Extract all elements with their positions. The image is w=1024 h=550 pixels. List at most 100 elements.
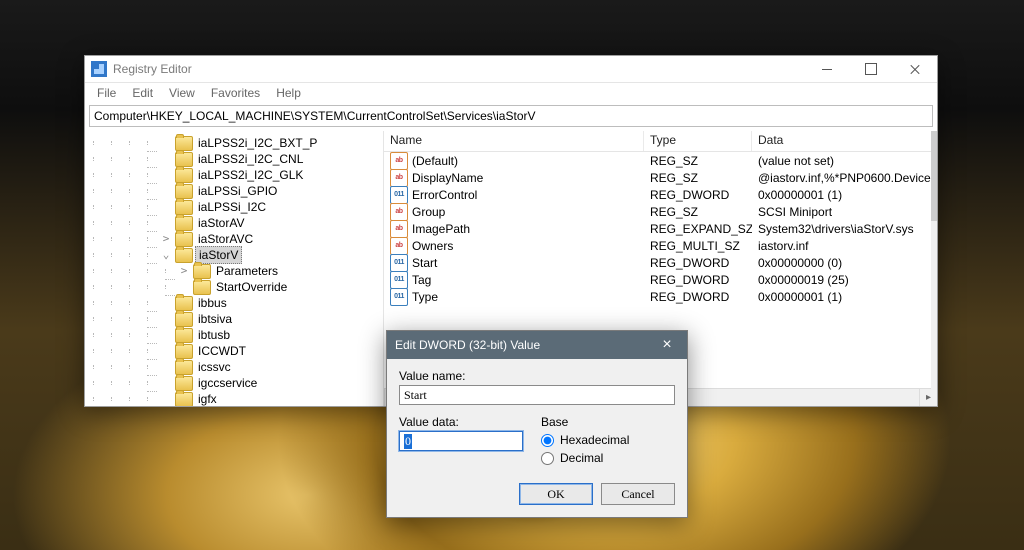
tree-label[interactable]: iaStorAVC bbox=[196, 231, 255, 247]
collapse-icon[interactable]: ⌄ bbox=[157, 247, 175, 263]
value-name: Tag bbox=[412, 273, 431, 287]
tree-label[interactable]: StartOverride bbox=[214, 279, 289, 295]
value-type: REG_SZ bbox=[644, 171, 752, 185]
menu-file[interactable]: File bbox=[89, 84, 124, 102]
col-data[interactable]: Data bbox=[752, 131, 937, 151]
tree-item[interactable]: iaLPSSi_I2C bbox=[85, 199, 383, 215]
folder-icon bbox=[175, 200, 193, 215]
radio-dec-input[interactable] bbox=[541, 452, 554, 465]
titlebar[interactable]: Registry Editor bbox=[85, 56, 937, 83]
value-data-field[interactable]: 0 bbox=[399, 431, 523, 451]
value-name: (Default) bbox=[412, 154, 458, 168]
tree-item[interactable]: ⌄ iaStorV bbox=[85, 247, 383, 263]
tree-label[interactable]: iaLPSSi_GPIO bbox=[196, 183, 279, 199]
string-icon: ab bbox=[390, 152, 408, 170]
col-type[interactable]: Type bbox=[644, 131, 752, 151]
tree-item[interactable]: ibtusb bbox=[85, 327, 383, 343]
tree-label[interactable]: ibbus bbox=[196, 295, 229, 311]
folder-icon bbox=[175, 344, 193, 359]
scroll-thumb[interactable] bbox=[931, 131, 937, 221]
value-name: DisplayName bbox=[412, 171, 483, 185]
ok-button[interactable]: OK bbox=[519, 483, 593, 505]
value-name: Start bbox=[412, 256, 437, 270]
tree-label[interactable]: iaLPSSi_I2C bbox=[196, 199, 268, 215]
tree-label[interactable]: icssvc bbox=[196, 359, 233, 375]
tree-item[interactable]: iaStorAV bbox=[85, 215, 383, 231]
tree-item[interactable]: igccservice bbox=[85, 375, 383, 391]
value-type: REG_DWORD bbox=[644, 188, 752, 202]
value-row[interactable]: abImagePathREG_EXPAND_SZSystem32\drivers… bbox=[384, 220, 937, 237]
address-bar[interactable]: Computer\HKEY_LOCAL_MACHINE\SYSTEM\Curre… bbox=[89, 105, 933, 127]
close-button[interactable] bbox=[893, 56, 937, 82]
radio-decimal[interactable]: Decimal bbox=[541, 449, 675, 467]
vertical-scrollbar[interactable] bbox=[931, 131, 937, 389]
tree-item[interactable]: iaLPSSi_GPIO bbox=[85, 183, 383, 199]
minimize-button[interactable] bbox=[805, 56, 849, 82]
tree-label[interactable]: iaLPSS2i_I2C_CNL bbox=[196, 151, 305, 167]
dword-icon: 011 bbox=[390, 271, 408, 289]
tree-label[interactable]: igccservice bbox=[196, 375, 259, 391]
tree-item[interactable]: > Parameters bbox=[85, 263, 383, 279]
value-row[interactable]: abOwnersREG_MULTI_SZiastorv.inf bbox=[384, 237, 937, 254]
value-row[interactable]: abDisplayNameREG_SZ@iastorv.inf,%*PNP060… bbox=[384, 169, 937, 186]
col-name[interactable]: Name bbox=[384, 131, 644, 151]
radio-hexadecimal[interactable]: Hexadecimal bbox=[541, 431, 675, 449]
dword-icon: 011 bbox=[390, 288, 408, 306]
folder-icon bbox=[175, 152, 193, 167]
value-row[interactable]: 011StartREG_DWORD0x00000000 (0) bbox=[384, 254, 937, 271]
tree-item[interactable]: icssvc bbox=[85, 359, 383, 375]
tree-item[interactable]: igfx bbox=[85, 391, 383, 406]
tree-label[interactable]: ibtsiva bbox=[196, 311, 234, 327]
value-data: (value not set) bbox=[752, 154, 937, 168]
value-data-label: Value data: bbox=[399, 415, 523, 429]
scroll-right-button[interactable]: ▸ bbox=[919, 389, 937, 406]
tree-label[interactable]: iaStorV bbox=[195, 246, 242, 264]
column-headers[interactable]: Name Type Data bbox=[384, 131, 937, 152]
value-row[interactable]: 011TypeREG_DWORD0x00000001 (1) bbox=[384, 288, 937, 305]
dword-icon: 011 bbox=[390, 254, 408, 272]
expand-icon[interactable]: > bbox=[175, 263, 193, 279]
string-icon: ab bbox=[390, 169, 408, 187]
expand-icon[interactable]: > bbox=[157, 231, 175, 247]
tree-item[interactable]: iaLPSS2i_I2C_BXT_P bbox=[85, 135, 383, 151]
tree-pane[interactable]: iaLPSS2i_I2C_BXT_PiaLPSS2i_I2C_CNLiaLPSS… bbox=[85, 131, 384, 406]
tree-item[interactable]: ibtsiva bbox=[85, 311, 383, 327]
tree-label[interactable]: iaLPSS2i_I2C_GLK bbox=[196, 167, 305, 183]
tree-label[interactable]: Parameters bbox=[214, 263, 280, 279]
tree-label[interactable]: ICCWDT bbox=[196, 343, 248, 359]
tree-label[interactable]: iaLPSS2i_I2C_BXT_P bbox=[196, 135, 319, 151]
value-row[interactable]: abGroupREG_SZSCSI Miniport bbox=[384, 203, 937, 220]
tree-label[interactable]: iaStorAV bbox=[196, 215, 246, 231]
dialog-close-button[interactable]: × bbox=[655, 337, 679, 353]
tree-label[interactable]: ibtusb bbox=[196, 327, 232, 343]
tree-item[interactable]: StartOverride bbox=[85, 279, 383, 295]
maximize-button[interactable] bbox=[849, 56, 893, 82]
tree-item[interactable]: iaLPSS2i_I2C_CNL bbox=[85, 151, 383, 167]
dialog-titlebar[interactable]: Edit DWORD (32-bit) Value × bbox=[387, 331, 687, 359]
folder-icon bbox=[175, 184, 193, 199]
radio-hex-input[interactable] bbox=[541, 434, 554, 447]
cancel-button[interactable]: Cancel bbox=[601, 483, 675, 505]
value-row[interactable]: 011TagREG_DWORD0x00000019 (25) bbox=[384, 271, 937, 288]
tree-item[interactable]: > iaStorAVC bbox=[85, 231, 383, 247]
tree-item[interactable]: ibbus bbox=[85, 295, 383, 311]
tree-item[interactable]: iaLPSS2i_I2C_GLK bbox=[85, 167, 383, 183]
menu-help[interactable]: Help bbox=[268, 84, 309, 102]
tree-label[interactable]: igfx bbox=[196, 391, 219, 406]
base-label: Base bbox=[541, 415, 675, 429]
menu-favorites[interactable]: Favorites bbox=[203, 84, 268, 102]
value-type: REG_MULTI_SZ bbox=[644, 239, 752, 253]
value-name: Owners bbox=[412, 239, 453, 253]
menu-edit[interactable]: Edit bbox=[124, 84, 161, 102]
value-data: System32\drivers\iaStorV.sys bbox=[752, 222, 937, 236]
value-name-field[interactable] bbox=[399, 385, 675, 405]
value-row[interactable]: ab(Default)REG_SZ(value not set) bbox=[384, 152, 937, 169]
value-row[interactable]: 011ErrorControlREG_DWORD0x00000001 (1) bbox=[384, 186, 937, 203]
folder-icon bbox=[175, 296, 193, 311]
folder-icon bbox=[175, 312, 193, 327]
value-type: REG_DWORD bbox=[644, 290, 752, 304]
folder-icon bbox=[175, 232, 193, 247]
tree-item[interactable]: ICCWDT bbox=[85, 343, 383, 359]
menu-view[interactable]: View bbox=[161, 84, 203, 102]
dword-icon: 011 bbox=[390, 186, 408, 204]
